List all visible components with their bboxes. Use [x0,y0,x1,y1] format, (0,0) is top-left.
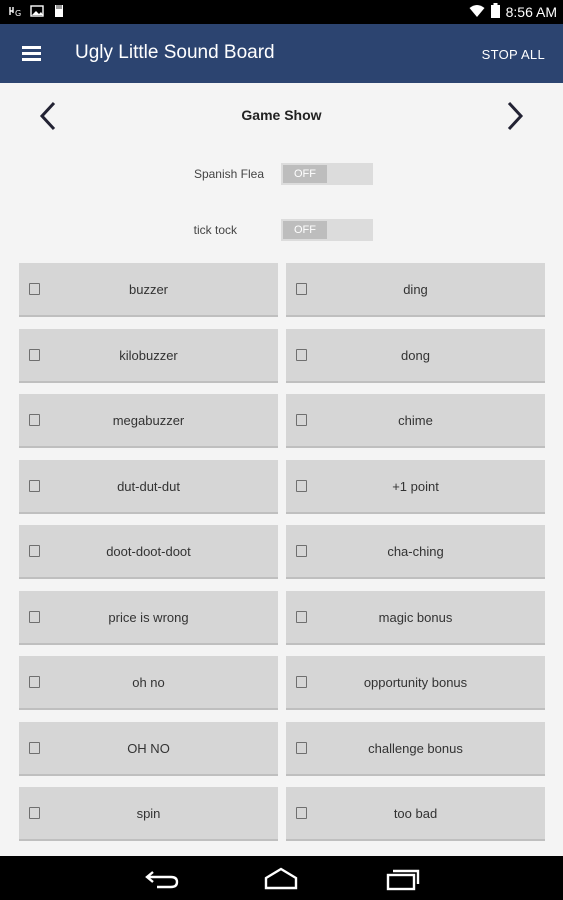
app-title: Ugly Little Sound Board [75,42,275,63]
sound-label: too bad [393,806,438,821]
sound-button-dut-dut-dut[interactable]: dut-dut-dut [19,460,278,514]
sound-label: OH NO [127,741,170,756]
sound-label: chime [398,413,433,428]
home-icon [264,867,298,890]
sound-button-spin[interactable]: spin [19,787,278,841]
sound-label: dut-dut-dut [117,479,180,494]
svg-text:G: G [15,9,21,18]
sound-button-price-is-wrong[interactable]: price is wrong [19,591,278,645]
sound-label: buzzer [128,282,169,297]
toggle-state: OFF [283,221,327,239]
status-bar: G 8:56 AM [0,0,563,24]
sound-button-dong[interactable]: dong [286,329,545,383]
menu-icon[interactable] [22,44,44,62]
sound-button-cha-ching[interactable]: cha-ching [286,525,545,579]
sound-button-too-bad[interactable]: too bad [286,787,545,841]
sound-label: magic bonus [378,610,453,625]
sound-board: Game Show Spanish Flea OFF tick tock OFF… [0,83,563,856]
battery-icon [490,3,500,21]
sound-label: +1 point [392,479,439,494]
toggle-row-spanish-flea: Spanish Flea OFF [0,163,563,185]
sound-button-plus-one-point[interactable]: +1 point [286,460,545,514]
sound-button-kilobuzzer[interactable]: kilobuzzer [19,329,278,383]
sound-label: oh no [132,675,165,690]
recents-button[interactable] [384,864,422,892]
back-icon [145,871,179,889]
image-icon [30,4,44,18]
sound-label: doot-doot-doot [106,544,191,559]
sound-button-ding[interactable]: ding [286,263,545,317]
sound-button-megabuzzer[interactable]: megabuzzer [19,394,278,448]
app-bar: Ugly Little Sound Board STOP ALL [0,24,563,83]
sound-label: opportunity bonus [363,675,468,690]
signal-icon: G [8,4,22,18]
sound-button-doot-doot-doot[interactable]: doot-doot-doot [19,525,278,579]
sound-label: price is wrong [108,610,189,625]
wifi-icon [469,4,485,21]
sound-label: cha-ching [387,544,444,559]
toggle-label: Spanish Flea [193,167,264,181]
system-nav-bar [0,856,563,900]
sound-button-oh-no-loud[interactable]: OH NO [19,722,278,776]
sound-button-oh-no[interactable]: oh no [19,656,278,710]
sound-button-magic-bonus[interactable]: magic bonus [286,591,545,645]
board-title: Game Show [241,107,322,123]
recents-icon [386,869,420,891]
chevron-right-icon [507,101,524,131]
storage-icon [52,4,66,18]
home-button[interactable] [262,864,300,892]
sound-label: kilobuzzer [119,348,178,363]
tick-tock-toggle[interactable]: OFF [281,219,373,241]
sound-label: dong [401,348,430,363]
sound-button-opportunity-bonus[interactable]: opportunity bonus [286,656,545,710]
sound-label: spin [136,806,161,821]
toggle-row-tick-tock: tick tock OFF [0,219,563,241]
next-board-button[interactable] [505,101,525,131]
toggle-state: OFF [283,165,327,183]
sound-button-buzzer[interactable]: buzzer [19,263,278,317]
sound-label: ding [403,282,428,297]
back-button[interactable] [143,864,181,892]
notification-icons: G [8,4,66,18]
sound-label: megabuzzer [112,413,185,428]
sound-button-chime[interactable]: chime [286,394,545,448]
sound-label: challenge bonus [368,741,463,756]
status-time: 8:56 AM [505,4,557,20]
stop-all-button[interactable]: STOP ALL [482,47,545,62]
spanish-flea-toggle[interactable]: OFF [281,163,373,185]
sound-button-challenge-bonus[interactable]: challenge bonus [286,722,545,776]
toggle-label: tick tock [193,223,237,237]
